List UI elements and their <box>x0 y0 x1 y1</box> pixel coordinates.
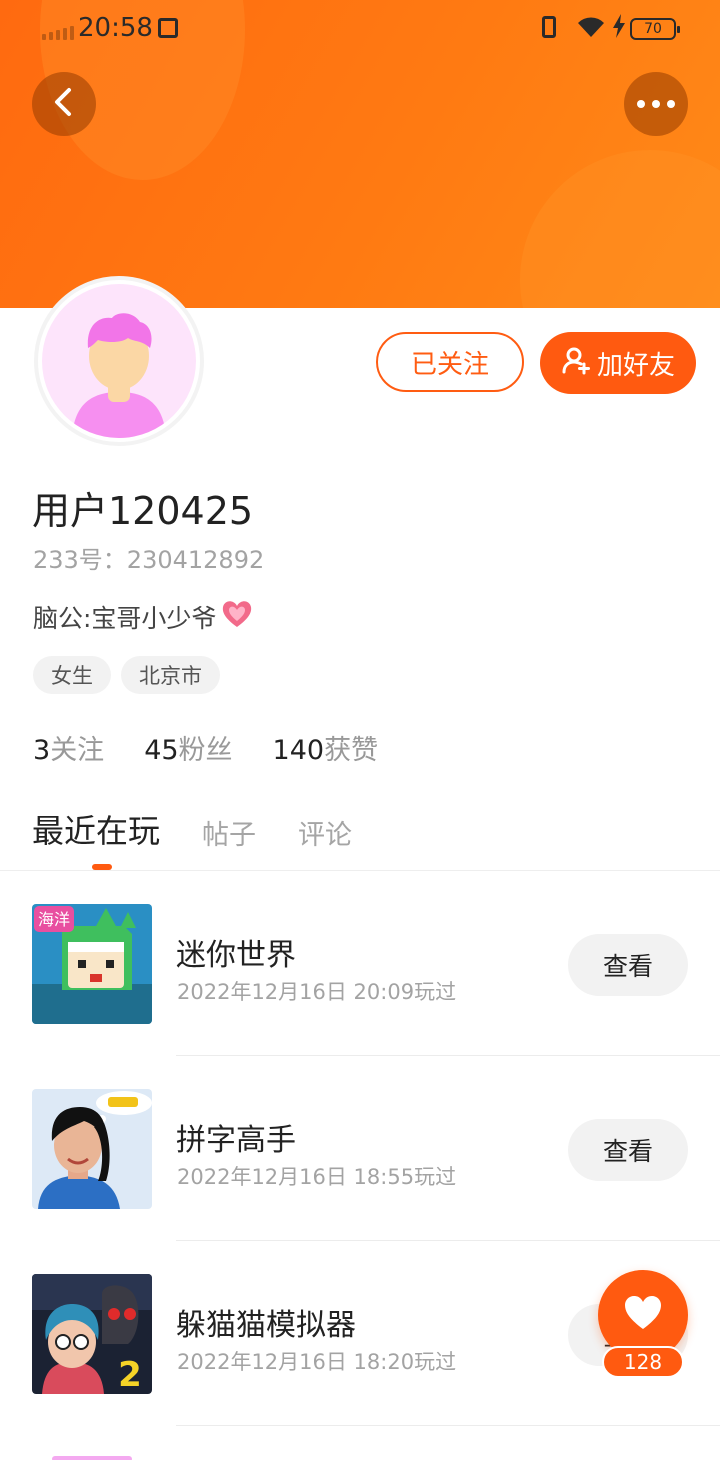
wifi-icon <box>576 15 606 43</box>
game-title: 拼字高手 <box>176 1123 296 1158</box>
heart-icon <box>623 1295 663 1335</box>
game-thumbnail-hide-and-seek: 2 <box>32 1274 152 1394</box>
add-user-icon <box>561 345 591 382</box>
more-button[interactable] <box>624 72 688 136</box>
battery-icon: 70 <box>630 18 680 40</box>
sparkling-heart-icon <box>220 598 254 636</box>
stat-followers-label: 粉丝 <box>178 735 233 766</box>
game-played-time: 2022年12月16日 18:55玩过 <box>177 1165 457 1189</box>
tab-posts[interactable]: 帖子 <box>202 813 256 852</box>
add-friend-button[interactable]: 加好友 <box>540 332 696 394</box>
stats-row: 3关注 45粉丝 140获赞 <box>33 728 378 767</box>
status-bar: 20:58 70 <box>0 0 720 58</box>
charging-icon <box>612 14 626 42</box>
tab-recently-played[interactable]: 最近在玩 <box>32 806 160 852</box>
sim-icon <box>158 18 178 38</box>
chevron-left-icon <box>52 87 76 121</box>
vibrate-icon <box>542 16 556 38</box>
view-button[interactable]: 查看 <box>568 1119 688 1181</box>
user-id: 233号：230412892 <box>33 546 265 574</box>
more-dots-icon <box>637 100 675 108</box>
signal-icon <box>42 26 74 40</box>
game-title: 迷你世界 <box>176 938 296 973</box>
game-played-time: 2022年12月16日 20:09玩过 <box>177 980 457 1004</box>
divider <box>176 1240 720 1241</box>
bio: 脑公:宝哥小少爷 <box>33 598 254 636</box>
avatar-illustration <box>42 284 196 438</box>
list-item[interactable]: 拼字高手 2022年12月16日 18:55玩过 查看 <box>0 1057 720 1242</box>
stat-likes-count: 140 <box>272 735 325 766</box>
list-item[interactable]: 海洋 迷你世界 2022年12月16日 20:09玩过 查看 <box>0 872 720 1057</box>
stat-following-count: 3 <box>33 735 51 766</box>
back-button[interactable] <box>32 72 96 136</box>
followed-button[interactable]: 已关注 <box>376 332 524 392</box>
banner-decoration <box>520 150 720 308</box>
username: 用户120425 <box>32 489 254 533</box>
list-item-partial <box>52 1456 132 1460</box>
add-friend-label: 加好友 <box>596 350 675 381</box>
game-thumb-text: 海洋 <box>38 910 70 929</box>
tab-comments[interactable]: 评论 <box>298 813 352 852</box>
divider <box>176 1425 720 1426</box>
bio-text: 脑公:宝哥小少爷 <box>33 604 217 633</box>
game-played-time: 2022年12月16日 18:20玩过 <box>177 1350 457 1374</box>
status-time: 20:58 <box>78 13 153 43</box>
stat-following[interactable]: 3关注 <box>33 728 104 767</box>
game-thumbnail-word-master <box>32 1089 152 1209</box>
tag-gender: 女生 <box>33 656 111 694</box>
stat-likes-label: 获赞 <box>324 735 379 766</box>
stat-followers-count: 45 <box>144 735 179 766</box>
divider <box>176 1055 720 1056</box>
stat-followers[interactable]: 45粉丝 <box>144 728 232 767</box>
stat-likes: 140获赞 <box>273 728 379 767</box>
divider <box>0 870 720 871</box>
game-thumbnail-mini-world: 海洋 <box>32 904 152 1024</box>
avatar[interactable] <box>34 276 204 446</box>
tag-location: 北京市 <box>121 656 220 694</box>
tag-list: 女生 北京市 <box>33 656 220 694</box>
view-button[interactable]: 查看 <box>568 934 688 996</box>
profile-tabs: 最近在玩 帖子 评论 <box>32 806 352 852</box>
stat-following-label: 关注 <box>50 735 105 766</box>
like-count-badge: 128 <box>602 1346 684 1378</box>
game-title: 躲猫猫模拟器 <box>176 1308 356 1343</box>
game-thumb-text: 2 <box>118 1355 142 1394</box>
